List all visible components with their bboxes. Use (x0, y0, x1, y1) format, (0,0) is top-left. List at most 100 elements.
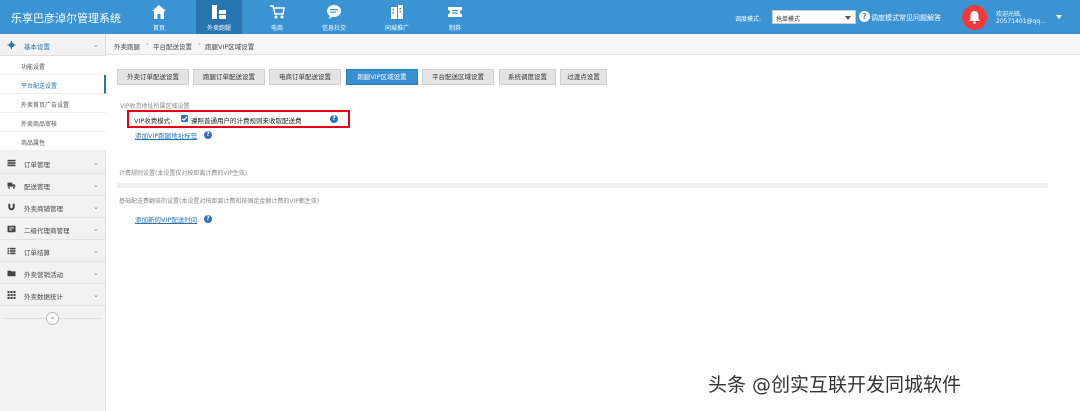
nav-label: 同城推广 (384, 25, 409, 32)
sidebar-group-agents[interactable]: 二级代理商管理 ⌄ (0, 218, 106, 240)
sidebar-item-label: 商品属性 (21, 140, 46, 147)
question-icon[interactable]: ? (859, 11, 870, 22)
bell-icon (969, 11, 980, 24)
divider (117, 183, 1048, 188)
nav-home[interactable]: 首页 (136, 0, 182, 34)
dispatch-help-link[interactable]: 调度模式常见问题解答 (871, 13, 941, 23)
sidebar-group-marketing[interactable]: 外卖营销活动 ⌄ (0, 262, 106, 284)
runner-icon (212, 5, 226, 19)
sidebar-group-basic-settings[interactable]: 基本设置 ⌄ (0, 34, 106, 56)
vip-mode-option-text[interactable]: 遵照普通用户的计费规则来收取配送费 (191, 115, 302, 125)
sidebar-item-function-settings[interactable]: 功能设置 (0, 56, 106, 75)
sidebar-group-label: 基本设置 (24, 43, 50, 51)
sidebar-group-label: 外卖营销活动 (24, 271, 63, 279)
breadcrumb-item[interactable]: 平台配送设置 (153, 41, 192, 51)
gear-icon (7, 41, 16, 49)
chevron-down-icon: ⌄ (93, 159, 99, 167)
sidebar-item-home-ads[interactable]: 外卖首页广告设置 (0, 94, 106, 113)
chevron-down-icon: ⌄ (93, 247, 99, 255)
watermark: 头条 @创实互联开发同城软件 (708, 374, 962, 396)
chevron-down-icon: ⌄ (93, 181, 99, 189)
chevron-down-icon: ⌄ (93, 41, 99, 49)
vip-mode-checkbox[interactable] (181, 115, 188, 122)
question-icon[interactable]: ? (330, 115, 338, 123)
chevron-down-icon (845, 16, 851, 20)
nav-coupon[interactable]: 制券 (432, 0, 478, 34)
magnet-icon (8, 203, 15, 211)
nav-label: 电商 (270, 25, 283, 32)
nav-label: 制券 (448, 25, 461, 32)
dispatch-mode-select[interactable]: 抢单模式 (772, 10, 856, 24)
breadcrumb: 外卖跑腿 › 平台配送设置 › 跑腿VIP区域设置 (106, 34, 1080, 55)
sidebar-group-label: 外卖商铺管理 (24, 205, 63, 213)
sidebar-group-statistics[interactable]: 外卖数据统计 ⌄ (0, 284, 106, 306)
sidebar-collapse-button[interactable]: « (46, 312, 59, 325)
chevron-down-icon: ⌄ (93, 203, 99, 211)
section-title: 基础配送费翻倍的设置(本设置对按距离计费和按固定金额计费的VIP都生效) (119, 198, 320, 205)
sidebar-item-label: 功能设置 (21, 64, 46, 71)
tab-ecommerce-delivery[interactable]: 电商订单配送设置 (269, 69, 341, 85)
nav-label: 信息社交 (321, 25, 346, 32)
sidebar-group-shops[interactable]: 外卖商铺管理 ⌄ (0, 196, 106, 218)
tab-errand-vip-area[interactable]: 跑腿VIP区域设置 (346, 69, 418, 85)
folder-icon (7, 270, 16, 277)
nav-social[interactable]: 信息社交 (311, 0, 357, 34)
sidebar-item-product-attributes[interactable]: 商品属性 (0, 132, 106, 151)
nav-label: 首页 (152, 25, 165, 32)
chevron-down-icon: ⌄ (93, 225, 99, 233)
sidebar-group-settlement[interactable]: 订单结算 ⌄ (0, 240, 106, 262)
check-icon (181, 116, 188, 122)
question-icon[interactable]: ? (204, 131, 212, 139)
sidebar-item-platform-delivery[interactable]: 平台配送设置 (0, 75, 106, 94)
tab-platform-area[interactable]: 平台配送区域设置 (422, 69, 494, 85)
notification-button[interactable] (962, 5, 987, 30)
dispatch-mode-value: 抢单模式 (776, 16, 801, 23)
tab-errand-delivery[interactable]: 跑腿订单配送设置 (193, 69, 265, 85)
caret-down-icon[interactable] (1056, 15, 1062, 19)
nav-promotion[interactable]: 同城推广 (374, 0, 420, 34)
list-icon (7, 247, 16, 255)
sidebar-group-label: 订单管理 (24, 161, 50, 169)
home-icon (152, 5, 166, 19)
sidebar: 基本设置 ⌄ 功能设置 平台配送设置 外卖首页广告设置 外卖商品审核 商品属性 … (0, 34, 106, 411)
breadcrumb-separator: › (146, 40, 149, 48)
truck-icon (7, 182, 16, 189)
nav-takeout[interactable]: 外卖跑腿 (196, 0, 242, 34)
cart-icon (270, 5, 285, 19)
sidebar-item-label: 平台配送设置 (21, 83, 58, 90)
add-vip-tag-link[interactable]: 添加VIP跑腿地址标签 (135, 130, 197, 140)
double-chevron-left-icon: « (50, 314, 55, 322)
tab-dispatch-settings[interactable]: 系统调度设置 (499, 69, 556, 85)
sidebar-item-product-review[interactable]: 外卖商品审核 (0, 113, 106, 132)
breadcrumb-current: 跑腿VIP区域设置 (205, 43, 255, 51)
sidebar-item-label: 外卖商品审核 (21, 121, 58, 128)
chevron-down-icon: ⌄ (93, 291, 99, 299)
dispatch-mode-label: 调度模式: (735, 16, 762, 23)
order-icon (7, 159, 16, 167)
nav-label: 外卖跑腿 (206, 25, 231, 32)
tab-transit-points[interactable]: 过渡点设置 (560, 69, 607, 85)
sidebar-group-label: 订单结算 (24, 249, 50, 257)
section-title: 计费规则设置(本设置仅对按距离计费的VIP生效) (119, 170, 248, 177)
building-icon (391, 5, 403, 19)
sidebar-group-label: 配送管理 (24, 183, 50, 191)
add-vip-time-link[interactable]: 添加新的VIP配送时间 (135, 214, 197, 224)
nav-ecommerce[interactable]: 电商 (254, 0, 300, 34)
tab-takeout-delivery[interactable]: 外卖订单配送设置 (117, 69, 189, 85)
breadcrumb-item[interactable]: 外卖跑腿 (114, 41, 140, 51)
vip-mode-label: VIP收费模式: (134, 117, 173, 125)
section-title: VIP收货地址所属区域设置 (120, 103, 190, 110)
agent-icon (7, 225, 16, 233)
ticket-icon (448, 7, 462, 17)
sidebar-group-label: 外卖数据统计 (24, 293, 63, 301)
sidebar-group-label: 二级代理商管理 (24, 227, 70, 235)
top-bar: 乐享巴彦淖尔管理系统 首页 外卖跑腿 电商 信息社交 同城推广 制券 调度模式:… (0, 0, 1080, 34)
user-name[interactable]: 20571401@qq... (996, 18, 1046, 25)
grid-icon (7, 291, 16, 299)
sidebar-group-orders[interactable]: 订单管理 ⌄ (0, 152, 106, 174)
sidebar-group-delivery[interactable]: 配送管理 ⌄ (0, 174, 106, 196)
chevron-down-icon: ⌄ (93, 269, 99, 277)
question-icon[interactable]: ? (204, 215, 212, 223)
user-greeting: 欢迎光临, (996, 11, 1022, 18)
breadcrumb-separator: › (198, 40, 201, 48)
